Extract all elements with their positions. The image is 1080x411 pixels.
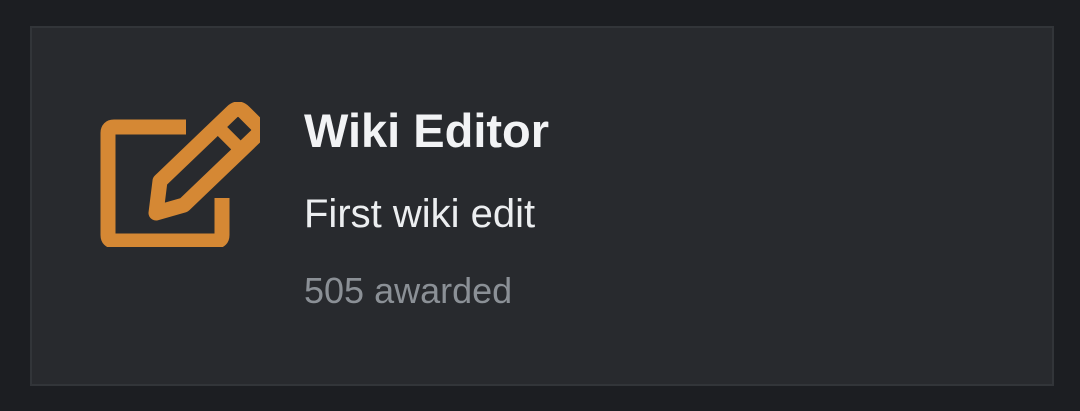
badge-card[interactable]: Wiki Editor First wiki edit 505 awarded — [30, 26, 1054, 386]
edit-pencil-icon — [100, 102, 260, 247]
badge-title: Wiki Editor — [304, 104, 550, 157]
awarded-count: 505 awarded — [304, 270, 513, 311]
badge-description: First wiki edit — [304, 192, 536, 236]
